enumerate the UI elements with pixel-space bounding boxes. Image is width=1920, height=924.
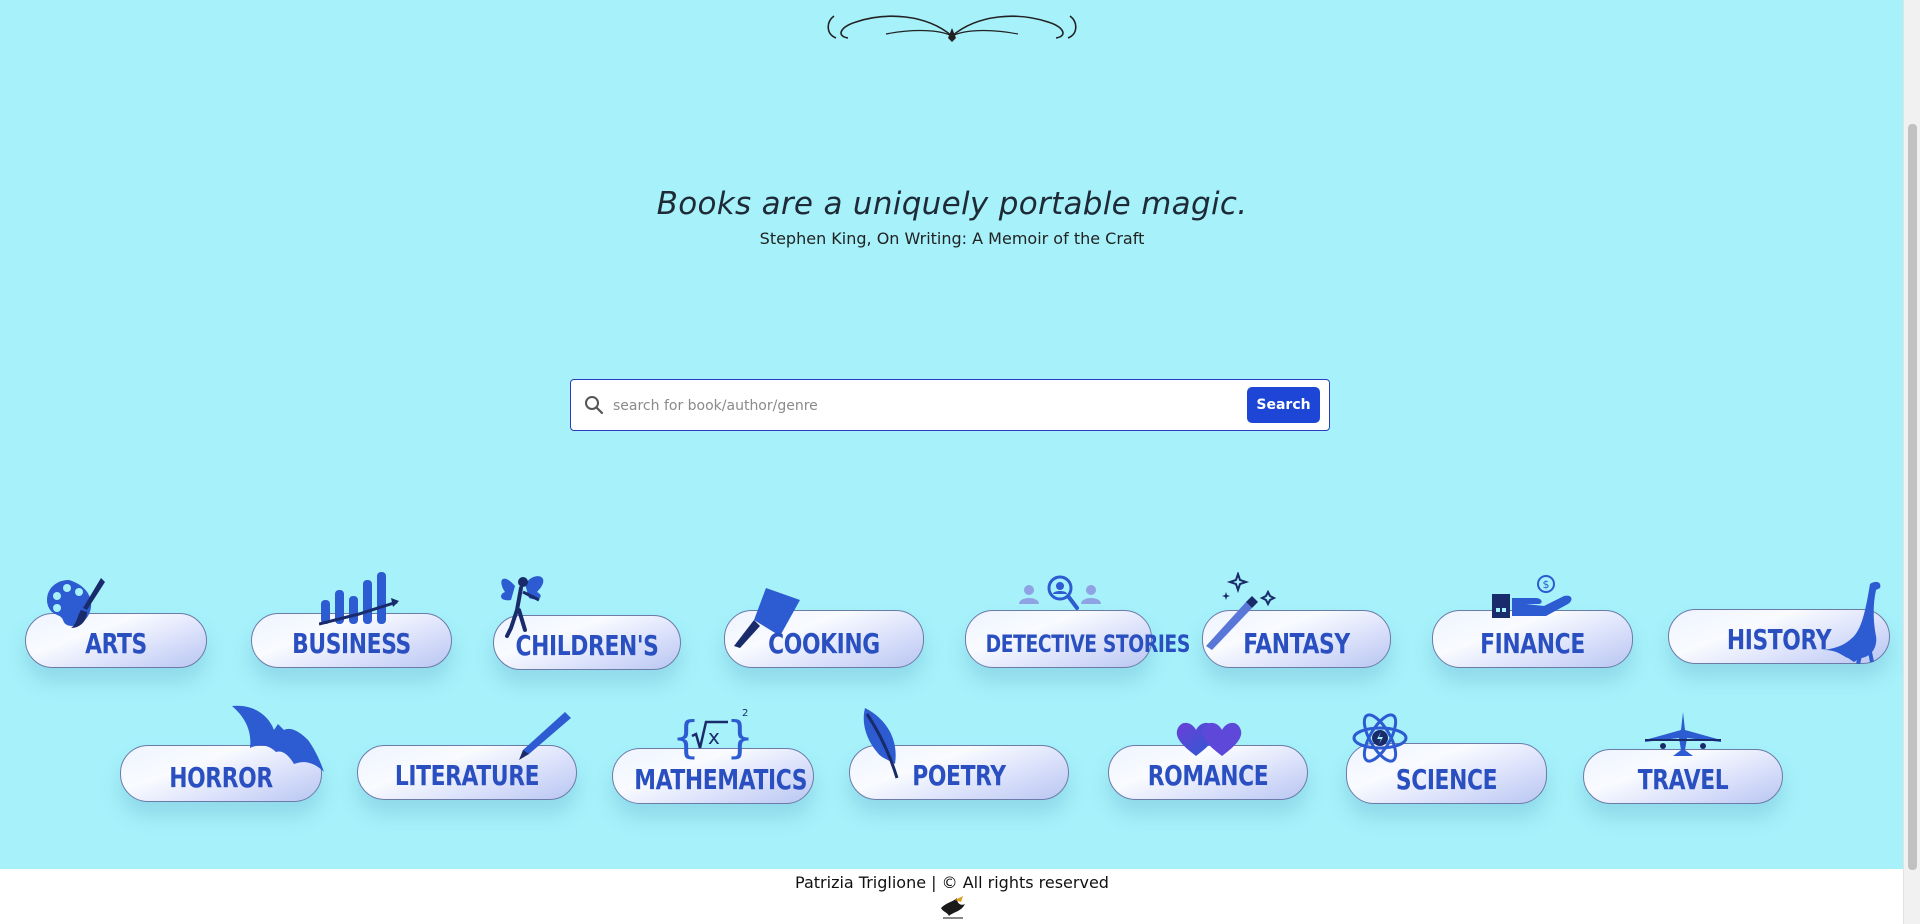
- category-business[interactable]: BUSINESS: [251, 568, 452, 668]
- scrollbar-thumb[interactable]: [1908, 124, 1917, 870]
- bar-chart-icon: [319, 572, 399, 626]
- category-label: MATHEMATICS: [634, 763, 808, 796]
- category-fantasy[interactable]: FANTASY: [1202, 572, 1391, 668]
- magnifier-people-icon: [1019, 575, 1101, 610]
- svg-text:2: 2: [742, 708, 748, 719]
- hero-attribution: Stephen King, On Writing: A Memoir of th…: [759, 229, 1145, 248]
- category-finance[interactable]: $ FINANCE: [1432, 574, 1633, 668]
- svg-text:$: $: [1543, 578, 1550, 591]
- hero-quote: Books are a uniquely portable magic.: [656, 186, 1248, 222]
- formula-icon: { } x 2: [672, 708, 752, 763]
- vertical-scrollbar[interactable]: [1903, 0, 1920, 924]
- svg-text:}: }: [726, 712, 752, 763]
- hearts-icon: [1176, 722, 1242, 756]
- search-icon: [585, 396, 604, 415]
- hand-coin-icon: $: [1492, 575, 1572, 618]
- category-label: ROMANCE: [1147, 759, 1269, 792]
- search-button[interactable]: Search: [1247, 387, 1320, 423]
- category-poetry[interactable]: POETRY: [849, 708, 1069, 800]
- category-history[interactable]: HISTORY: [1668, 578, 1890, 668]
- ornament-flourish-icon: [827, 15, 1077, 42]
- footer-copyright: Patrizia Triglione | © All rights reserv…: [795, 873, 1109, 892]
- category-cooking[interactable]: COOKING: [724, 586, 924, 668]
- category-label: COOKING: [768, 627, 880, 660]
- svg-text:x: x: [708, 725, 720, 749]
- category-label: DETECTIVE STORIES: [985, 630, 1191, 658]
- category-label: FANTASY: [1243, 627, 1350, 660]
- search-bar: Search: [570, 379, 1330, 431]
- category-label: FINANCE: [1480, 627, 1585, 660]
- airplane-icon: [1645, 712, 1721, 756]
- category-label: HISTORY: [1726, 623, 1832, 656]
- category-label: SCIENCE: [1395, 763, 1498, 796]
- category-childrens[interactable]: CHILDREN'S: [493, 570, 681, 670]
- category-arts[interactable]: ARTS: [25, 574, 207, 668]
- category-mathematics[interactable]: { } x 2 MATHEMATICS: [612, 706, 814, 804]
- category-label: BUSINESS: [292, 627, 411, 660]
- category-detective-stories[interactable]: DETECTIVE STORIES: [965, 574, 1191, 668]
- category-romance[interactable]: ROMANCE: [1108, 720, 1308, 800]
- footer: Patrizia Triglione | © All rights reserv…: [0, 869, 1904, 924]
- eagle-logo-icon: [941, 896, 965, 919]
- category-label: POETRY: [912, 759, 1006, 792]
- category-label: LITERATURE: [394, 759, 540, 792]
- category-horror[interactable]: HORROR: [120, 704, 324, 802]
- category-travel[interactable]: TRAVEL: [1583, 710, 1783, 804]
- category-label: TRAVEL: [1637, 763, 1729, 796]
- category-label: CHILDREN'S: [515, 629, 659, 662]
- search-input[interactable]: [611, 390, 1215, 422]
- category-label: ARTS: [85, 627, 147, 660]
- atom-icon: [1352, 713, 1408, 763]
- category-literature[interactable]: LITERATURE: [357, 710, 577, 800]
- pen-icon: [519, 712, 571, 760]
- category-label: HORROR: [169, 761, 273, 794]
- category-science[interactable]: SCIENCE: [1346, 710, 1547, 804]
